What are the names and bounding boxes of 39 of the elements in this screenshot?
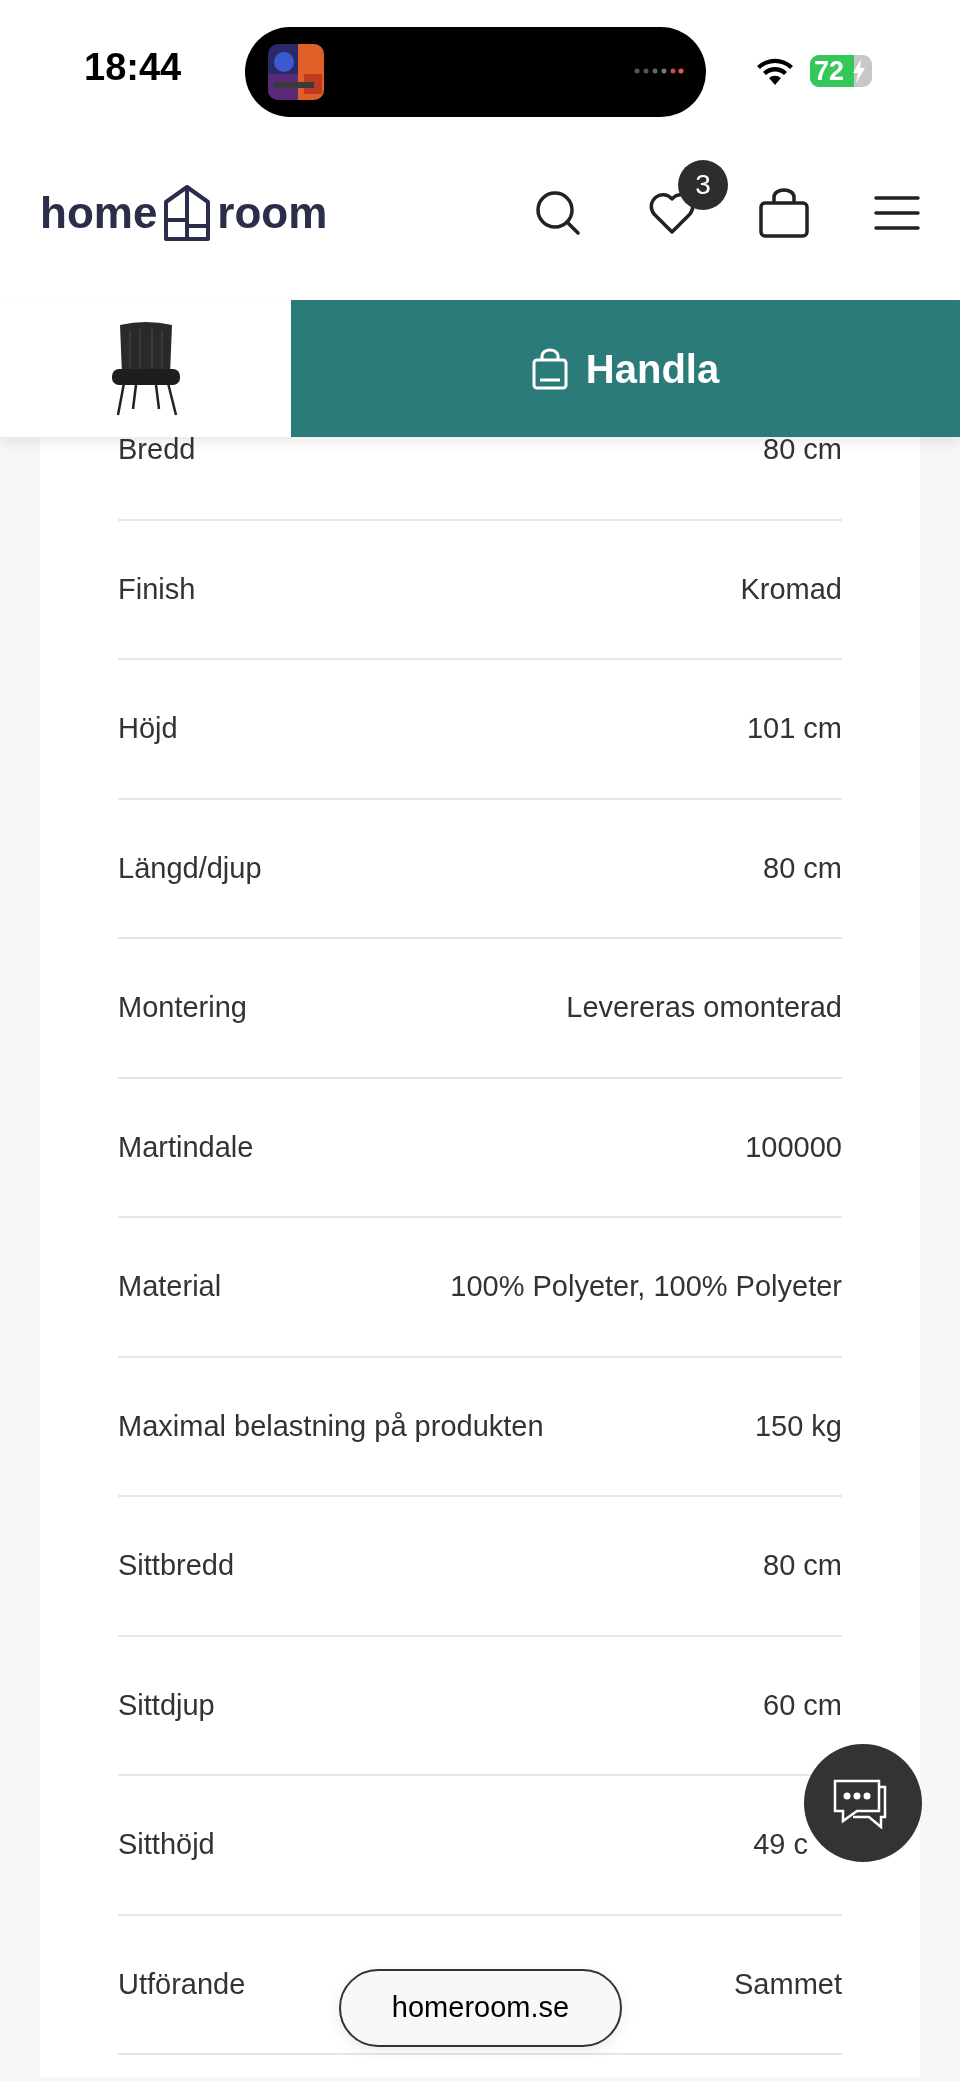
- spec-label: Sittdjup: [118, 1687, 215, 1723]
- spec-label: Sittbredd: [118, 1548, 235, 1583]
- url-pill[interactable]: homeroom.se: [339, 1969, 622, 2047]
- spec-value: 150 kg: [754, 1408, 842, 1444]
- spec-value: Kromad: [740, 571, 842, 607]
- spec-label: Martindale: [118, 1129, 254, 1165]
- wishlist-count-badge: 3: [678, 159, 728, 210]
- search-icon[interactable]: [534, 188, 582, 237]
- spec-label: Material: [118, 1269, 222, 1304]
- audio-dots-icon: [634, 68, 684, 74]
- menu-icon[interactable]: [874, 194, 920, 231]
- spec-label: Längd/djup: [118, 850, 262, 886]
- wifi-icon: [755, 57, 795, 87]
- shopping-bag-icon: [531, 347, 568, 390]
- spec-label: Höjd: [118, 711, 178, 746]
- spec-value: Levereras omonterad: [566, 990, 842, 1025]
- spec-label: Finish: [118, 571, 196, 607]
- spec-label: Sitthöjd: [118, 1827, 215, 1862]
- charging-bolt-icon: [852, 59, 866, 83]
- battery-icon: [810, 55, 872, 87]
- logo-text: room: [217, 190, 328, 235]
- shopping-bag-icon[interactable]: [758, 186, 810, 239]
- spec-value: Sammet: [734, 1966, 842, 2002]
- spec-label: Montering: [118, 990, 247, 1025]
- spec-value: 100000: [745, 1129, 842, 1165]
- battery-percent: 72: [814, 55, 845, 87]
- spec-label: Bredd: [118, 432, 196, 467]
- status-time: 18:44: [84, 48, 182, 86]
- spec-value: 80 cm: [763, 1548, 842, 1583]
- house-logo-icon: [163, 183, 212, 242]
- spec-value: 80 cm: [763, 850, 842, 886]
- spec-value: 101 cm: [746, 711, 842, 746]
- spec-value: 100% Polyeter, 100% Polyeter: [450, 1269, 842, 1304]
- logo-text: home: [40, 190, 158, 235]
- spec-value: 60 cm: [763, 1687, 842, 1723]
- spec-label: Maximal belastning på produkten: [118, 1408, 544, 1444]
- buy-button[interactable]: Handla: [291, 300, 960, 437]
- spec-label: Utförande: [118, 1966, 246, 2002]
- spec-value: 49 c: [753, 1827, 808, 1862]
